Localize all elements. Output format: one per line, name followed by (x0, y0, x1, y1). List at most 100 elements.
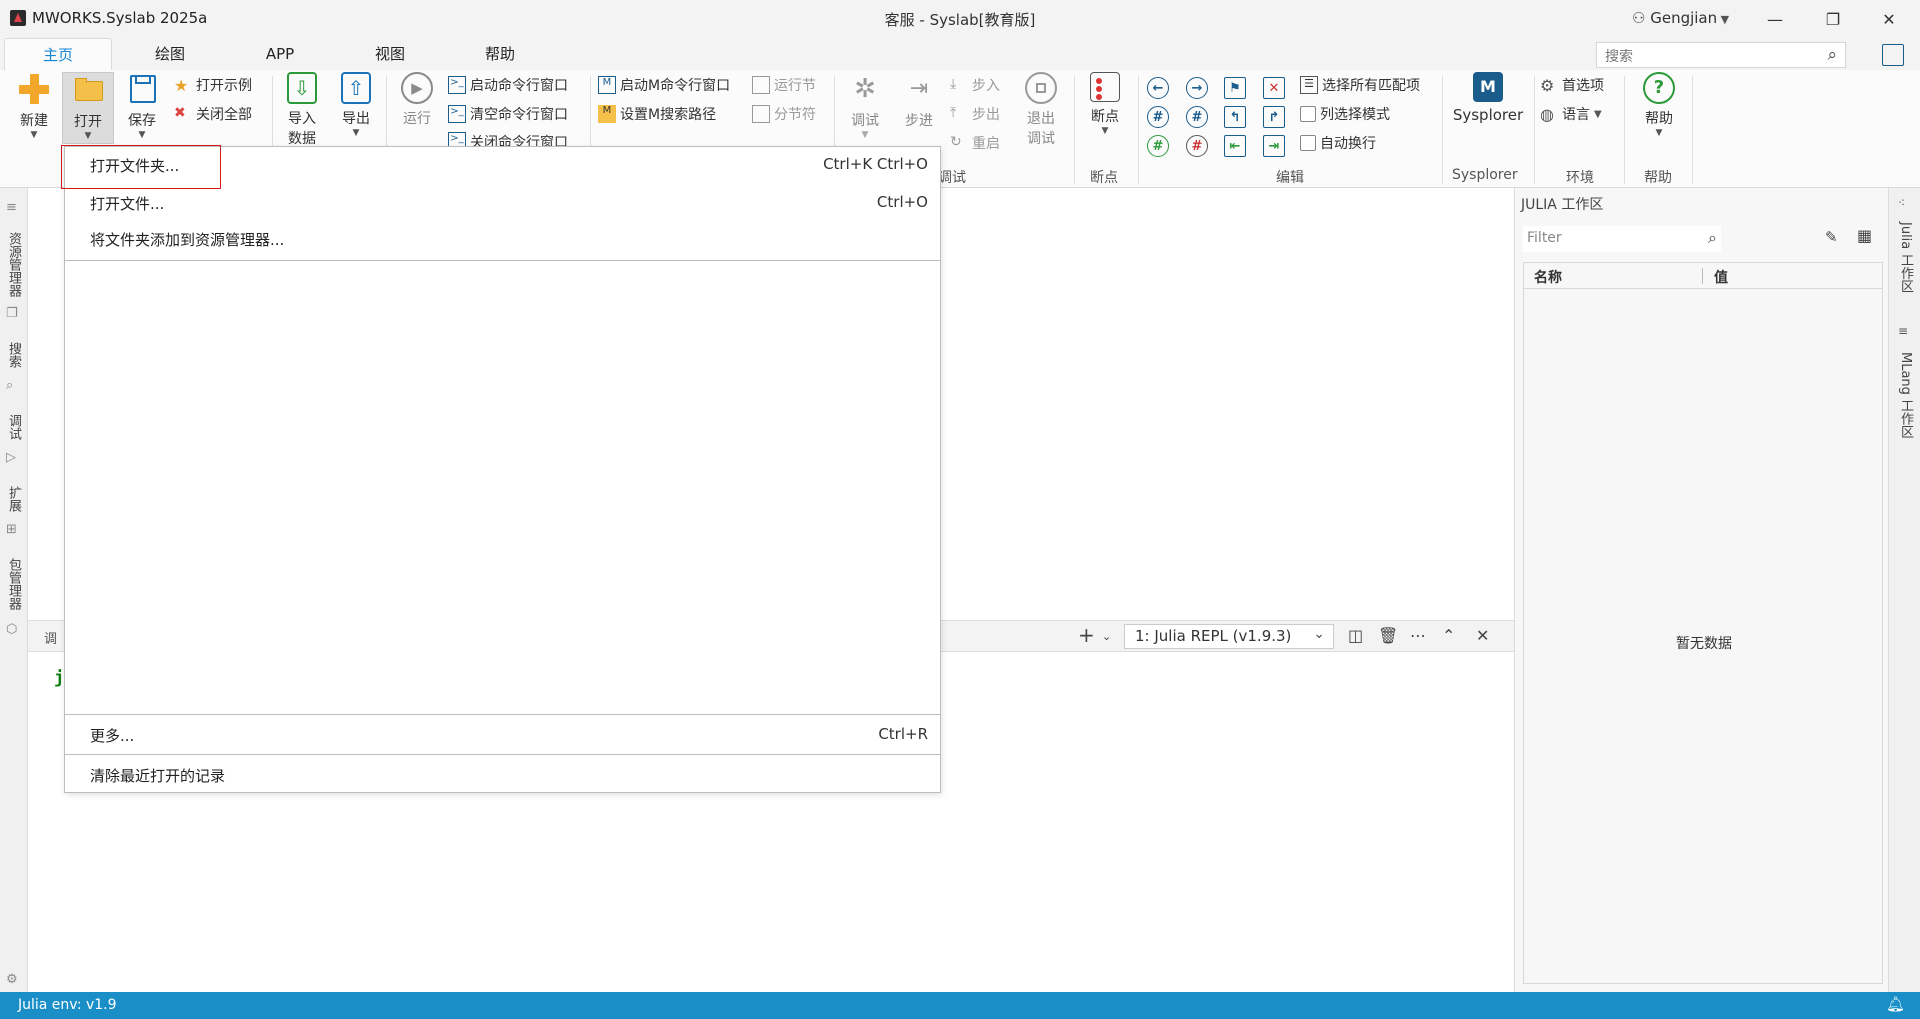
go-forward-icon[interactable]: → (1186, 77, 1208, 99)
close-cmd-button[interactable]: >_ 关闭命令行窗口 (448, 132, 568, 146)
close-panel-icon[interactable]: ✕ (1476, 626, 1489, 645)
activity-search[interactable]: 搜索 (4, 342, 23, 368)
open-example-button[interactable]: ★ 打开示例 (174, 74, 252, 96)
gear-icon[interactable]: ⚙ (6, 972, 22, 988)
dock-icon[interactable] (1882, 44, 1904, 66)
menu-item-clear-recent[interactable]: 清除最近打开的记录 (65, 757, 940, 791)
save-button[interactable]: 保存 ▼ (120, 72, 164, 140)
restore-button[interactable]: ❐ (1810, 4, 1856, 34)
activity-explorer[interactable]: 资源管理器 (4, 232, 23, 297)
julia-workspace-tab[interactable]: Julia 工作区 (1896, 222, 1915, 292)
open-button[interactable]: 打开 ▼ (62, 72, 114, 144)
run-section-button[interactable]: 运行节 (752, 74, 816, 96)
select-all-matches-button[interactable]: ☰ 选择所有匹配项 (1300, 74, 1420, 96)
section-break-button[interactable]: 分节符 (752, 103, 816, 125)
clear-bookmark-icon[interactable]: ✕ (1263, 77, 1285, 99)
m-terminal-icon: M (598, 76, 616, 94)
more-icon[interactable]: ⋯ (1410, 626, 1426, 645)
step-in-button[interactable]: ⤓ 步入 (950, 74, 1000, 96)
close-button[interactable]: ✕ (1866, 4, 1912, 34)
julia-env-status[interactable]: Julia env: v1.9 (18, 997, 117, 1013)
outdent-icon[interactable]: ⇥ (1263, 135, 1285, 157)
activity-debug[interactable]: 调试 (4, 414, 23, 440)
language-button[interactable]: ◍ 语言 ▼ (1540, 103, 1602, 125)
start-m-cmd-button[interactable]: M 启动M命令行窗口 (598, 74, 730, 96)
sysplorer-button[interactable]: M Sysplorer (1450, 72, 1526, 124)
maximize-panel-icon[interactable]: ⌃ (1442, 626, 1455, 645)
activity-extensions[interactable]: 扩展 (4, 486, 23, 512)
menu-item-open-folder[interactable]: 打开文件夹... Ctrl+K Ctrl+O (61, 145, 940, 189)
close-all-button[interactable]: ✖ 关闭全部 (174, 103, 252, 125)
breakpoint-button[interactable]: 断点 ▼ (1082, 72, 1128, 136)
restart-button[interactable]: ↻ 重启 (950, 132, 1000, 154)
brush-icon[interactable]: ✎ (1825, 228, 1838, 246)
export-button[interactable]: ⇧ 导出 ▼ (334, 72, 378, 138)
close-all-icon: ✖ (174, 105, 186, 121)
word-wrap-checkbox[interactable]: 自动换行 (1300, 132, 1376, 154)
column-divider[interactable] (1702, 268, 1703, 284)
preferences-button[interactable]: ⚙ 首选项 (1540, 74, 1604, 96)
checkbox[interactable] (1300, 106, 1316, 122)
split-terminal-icon[interactable]: ◫ (1348, 626, 1363, 645)
menu-item-add-folder[interactable]: 将文件夹添加到资源管理器... (65, 221, 940, 255)
menu-item-more[interactable]: 更多... Ctrl+R (65, 717, 940, 751)
panel-tab-debug[interactable]: 调 (44, 628, 57, 647)
prev-bookmark-icon[interactable]: ↰ (1224, 106, 1246, 128)
start-cmd-button[interactable]: >_ 启动命令行窗口 (448, 74, 568, 96)
terminal-select[interactable]: 1: Julia REPL (v1.9.3) ⌄ (1124, 624, 1334, 649)
workspace-table: 名称 值 暂无数据 (1523, 262, 1883, 984)
chevron-down-icon: ▼ (1594, 108, 1602, 120)
separator (1692, 76, 1693, 184)
grid-icon[interactable]: ▦ (1857, 226, 1872, 245)
list-icon: ≡ (1898, 324, 1909, 338)
tab-plot[interactable]: 绘图 (130, 38, 210, 70)
tab-app[interactable]: APP (240, 38, 320, 70)
tab-home[interactable]: 主页 (4, 38, 112, 70)
bell-icon[interactable]: 🔔︎ (1886, 995, 1905, 1013)
search-icon[interactable]: ⌕ (1708, 228, 1717, 248)
set-m-path-button[interactable]: M 设置M搜索路径 (598, 103, 716, 125)
activity-packages[interactable]: 包管理器 (4, 558, 23, 610)
menu-icon[interactable]: ≡ (6, 200, 22, 216)
search-input[interactable]: 搜索 ⌕ (1596, 42, 1846, 68)
terminal-close-icon: >_ (448, 132, 466, 146)
copy-icon: ❐ (6, 306, 18, 321)
run-button[interactable]: ▶ 运行 (394, 72, 440, 128)
empty-message: 暂无数据 (1676, 636, 1732, 652)
bookmark-icon[interactable]: ⚑ (1224, 77, 1246, 99)
help-button[interactable]: ? 帮助 ▼ (1634, 72, 1684, 138)
column-value[interactable]: 值 (1714, 267, 1728, 287)
set-m-path-label: 设置M搜索路径 (620, 107, 717, 123)
mlang-workspace-tab[interactable]: MLang 工作区 (1896, 352, 1915, 438)
toggle-comment-icon[interactable]: # (1147, 135, 1169, 157)
tab-view[interactable]: 视图 (350, 38, 430, 70)
debug-button[interactable]: ✲ 调试 ▼ (842, 72, 888, 140)
chevron-down-icon[interactable]: ⌄ (1102, 630, 1111, 643)
next-bookmark-icon[interactable]: ↱ (1263, 106, 1285, 128)
import-data-button[interactable]: ⇩ 导入 数据 (280, 72, 324, 148)
add-terminal-icon[interactable]: + (1078, 623, 1095, 647)
search-icon[interactable]: ⌕ (1827, 45, 1837, 65)
indent-icon[interactable]: ⇤ (1224, 135, 1246, 157)
step-out-button[interactable]: ⤒ 步出 (950, 103, 1000, 125)
column-name[interactable]: 名称 (1534, 267, 1562, 287)
block-comment-icon[interactable]: # (1186, 135, 1208, 157)
uncomment-icon[interactable]: # (1186, 106, 1208, 128)
minimize-button[interactable]: — (1752, 4, 1798, 34)
word-wrap-label: 自动换行 (1320, 136, 1376, 152)
column-select-checkbox[interactable]: 列选择模式 (1300, 103, 1390, 125)
comment-icon[interactable]: # (1147, 106, 1169, 128)
go-back-icon[interactable]: ← (1147, 77, 1169, 99)
play-icon: ▶ (401, 72, 433, 104)
exit-debug-button[interactable]: 退出 调试 (1018, 72, 1064, 148)
clear-cmd-button[interactable]: >_ 清空命令行窗口 (448, 103, 568, 125)
tab-help[interactable]: 帮助 (460, 38, 540, 70)
user-menu[interactable]: ⚇ Gengjian ▼ (1632, 9, 1729, 27)
section-break-label: 分节符 (774, 107, 816, 123)
menu-item-open-file[interactable]: 打开文件... Ctrl+O (65, 185, 940, 219)
filter-input[interactable]: Filter ⌕ (1523, 226, 1721, 252)
step-button[interactable]: ⇥ 步进 (896, 72, 942, 130)
trash-icon[interactable]: 🗑 (1378, 626, 1398, 645)
new-button[interactable]: 新建 ▼ (12, 72, 56, 140)
checkbox[interactable] (1300, 135, 1316, 151)
